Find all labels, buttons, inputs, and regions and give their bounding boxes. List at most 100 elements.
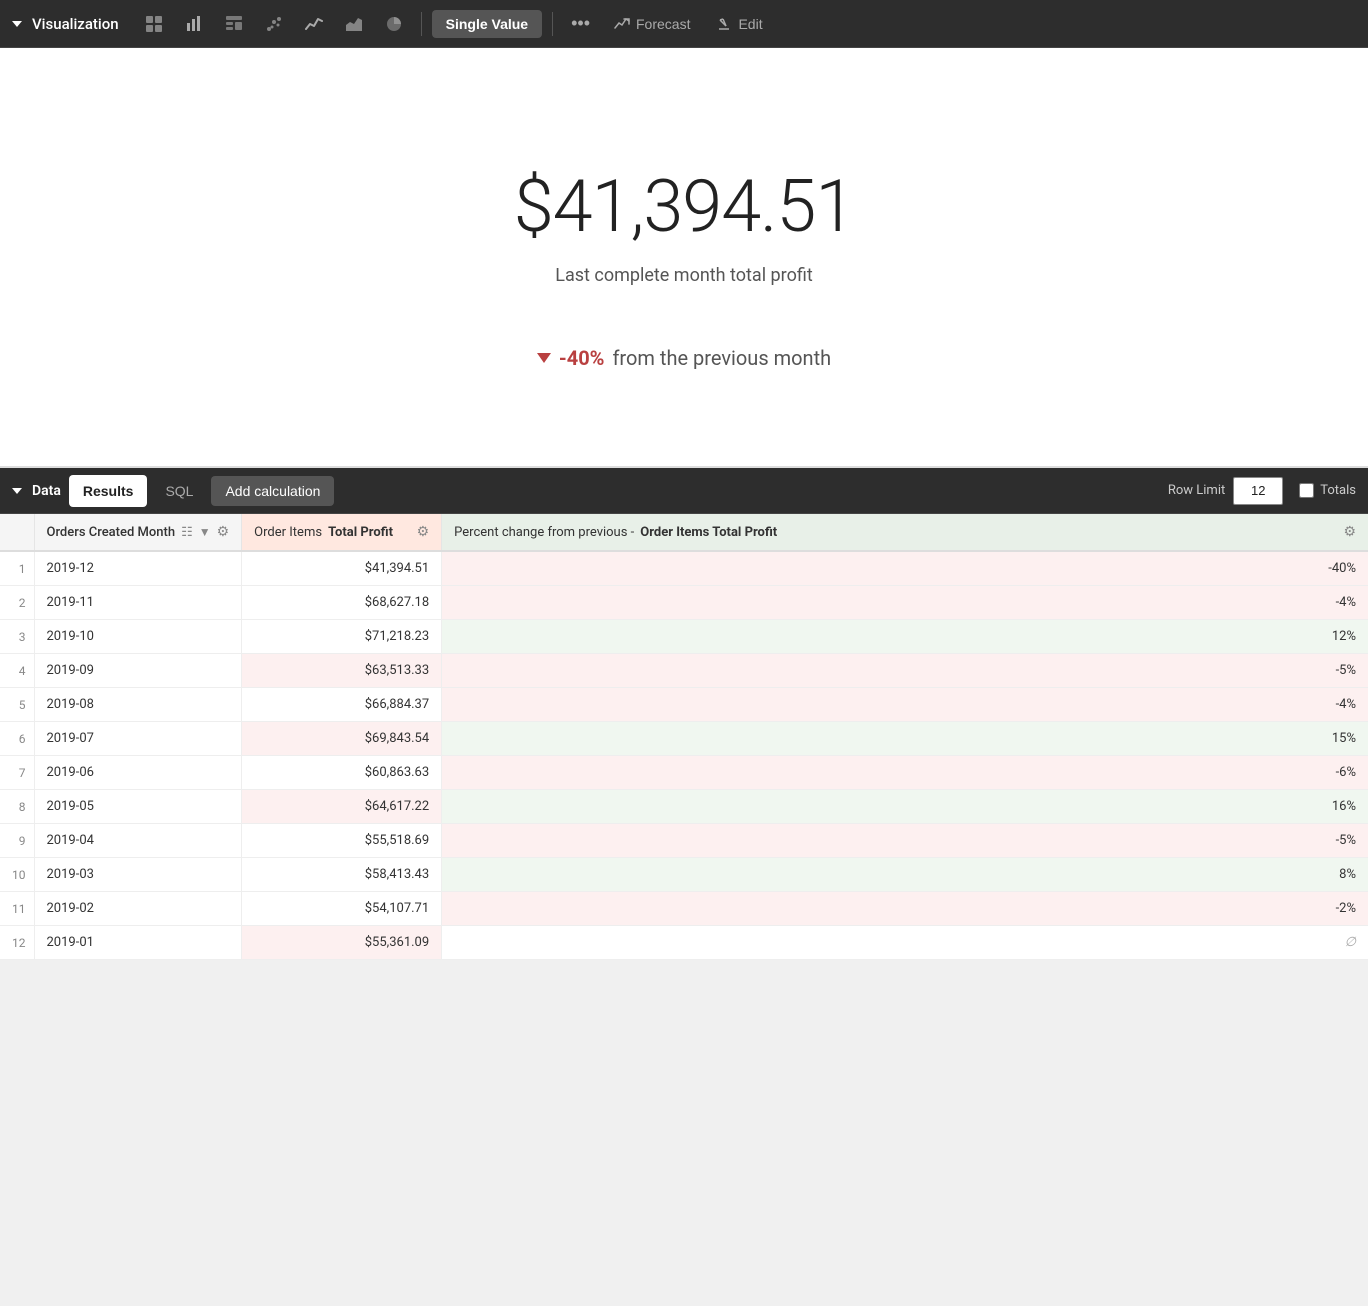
month-cell: 2019-06 bbox=[34, 756, 242, 790]
main-value: $41,394.51 bbox=[514, 164, 855, 249]
bar-chart-viz-btn[interactable] bbox=[177, 7, 211, 41]
totals-checkbox[interactable] bbox=[1299, 483, 1314, 498]
profit-cell: $63,513.33 bbox=[242, 654, 442, 688]
pct-gear-icon[interactable]: ⚙ bbox=[1343, 524, 1356, 540]
profit-cell: $66,884.37 bbox=[242, 688, 442, 722]
row-number: 10 bbox=[0, 858, 34, 892]
forecast-icon bbox=[614, 16, 630, 32]
toolbar-sep-2 bbox=[552, 12, 553, 36]
sql-tab[interactable]: SQL bbox=[151, 475, 207, 507]
forecast-label: Forecast bbox=[636, 16, 690, 32]
month-cell: 2019-08 bbox=[34, 688, 242, 722]
pct-cell: -4% bbox=[442, 586, 1368, 620]
profit-cell: $41,394.51 bbox=[242, 551, 442, 586]
pct-header-pre: Percent change from previous - bbox=[454, 525, 634, 540]
data-toolbar: Data Results SQL Add calculation Row Lim… bbox=[0, 468, 1368, 514]
profit-cell: $64,617.22 bbox=[242, 790, 442, 824]
top-toolbar: Visualization bbox=[0, 0, 1368, 48]
table-row: 62019-07$69,843.5415% bbox=[0, 722, 1368, 756]
row-number: 7 bbox=[0, 756, 34, 790]
sort-down-icon[interactable]: ▼ bbox=[199, 525, 211, 539]
results-tab[interactable]: Results bbox=[69, 475, 148, 507]
profit-cell: $69,843.54 bbox=[242, 722, 442, 756]
month-cell: 2019-02 bbox=[34, 892, 242, 926]
month-cell: 2019-10 bbox=[34, 620, 242, 654]
more-options-btn[interactable]: ••• bbox=[563, 9, 598, 38]
row-number: 6 bbox=[0, 722, 34, 756]
table-row: 92019-04$55,518.69-5% bbox=[0, 824, 1368, 858]
scatter-viz-btn[interactable] bbox=[257, 7, 291, 41]
scatter-icon bbox=[265, 15, 283, 33]
viz-collapse-icon[interactable] bbox=[12, 21, 22, 27]
row-limit-input[interactable] bbox=[1233, 477, 1283, 505]
trend-down-icon bbox=[537, 353, 551, 363]
pivot-viz-btn[interactable] bbox=[217, 7, 251, 41]
table-row: 32019-10$71,218.2312% bbox=[0, 620, 1368, 654]
profit-cell: $71,218.23 bbox=[242, 620, 442, 654]
table-header-row: Orders Created Month ☷ ▼ ⚙ Order Items T… bbox=[0, 514, 1368, 551]
table-row: 12019-12$41,394.51-40% bbox=[0, 551, 1368, 586]
pct-change-header: Percent change from previous - Order Ite… bbox=[442, 514, 1368, 551]
profit-cell: $58,413.43 bbox=[242, 858, 442, 892]
forecast-btn[interactable]: Forecast bbox=[604, 10, 700, 38]
table-row: 72019-06$60,863.63-6% bbox=[0, 756, 1368, 790]
month-cell: 2019-03 bbox=[34, 858, 242, 892]
pct-cell: -5% bbox=[442, 654, 1368, 688]
row-number: 1 bbox=[0, 551, 34, 586]
orders-month-gear-icon[interactable]: ⚙ bbox=[217, 524, 230, 540]
month-cell: 2019-01 bbox=[34, 926, 242, 960]
table-icon bbox=[145, 15, 163, 33]
table-row: 22019-11$68,627.18-4% bbox=[0, 586, 1368, 620]
profit-cell: $54,107.71 bbox=[242, 892, 442, 926]
table-row: 52019-08$66,884.37-4% bbox=[0, 688, 1368, 722]
row-number: 4 bbox=[0, 654, 34, 688]
filter-icon[interactable]: ☷ bbox=[181, 525, 193, 540]
area-chart-icon bbox=[345, 15, 363, 33]
pct-cell: 15% bbox=[442, 722, 1368, 756]
pie-viz-btn[interactable] bbox=[377, 7, 411, 41]
edit-btn[interactable]: Edit bbox=[706, 10, 772, 38]
totals-section: Totals bbox=[1299, 483, 1356, 498]
row-number: 2 bbox=[0, 586, 34, 620]
toolbar-sep-1 bbox=[421, 12, 422, 36]
row-number: 9 bbox=[0, 824, 34, 858]
pct-cell: 16% bbox=[442, 790, 1368, 824]
profit-cell: $55,518.69 bbox=[242, 824, 442, 858]
table-viz-btn[interactable] bbox=[137, 7, 171, 41]
pct-cell: 12% bbox=[442, 620, 1368, 654]
row-number: 11 bbox=[0, 892, 34, 926]
profit-cell: $55,361.09 bbox=[242, 926, 442, 960]
bar-chart-icon bbox=[185, 15, 203, 33]
month-cell: 2019-04 bbox=[34, 824, 242, 858]
row-limit-label: Row Limit bbox=[1168, 483, 1225, 498]
pct-cell: -5% bbox=[442, 824, 1368, 858]
single-value-viz-btn[interactable]: Single Value bbox=[432, 10, 542, 38]
table-row: 42019-09$63,513.33-5% bbox=[0, 654, 1368, 688]
pivot-icon bbox=[225, 15, 243, 33]
profit-cell: $60,863.63 bbox=[242, 756, 442, 790]
row-number: 8 bbox=[0, 790, 34, 824]
comparison-pct: -40% bbox=[559, 346, 605, 370]
row-num-header bbox=[0, 514, 34, 551]
edit-label: Edit bbox=[738, 16, 762, 32]
results-table: Orders Created Month ☷ ▼ ⚙ Order Items T… bbox=[0, 514, 1368, 960]
data-table-container: Orders Created Month ☷ ▼ ⚙ Order Items T… bbox=[0, 514, 1368, 960]
row-number: 12 bbox=[0, 926, 34, 960]
line-viz-btn[interactable] bbox=[297, 7, 331, 41]
area-viz-btn[interactable] bbox=[337, 7, 371, 41]
table-row: 122019-01$55,361.09 ∅ bbox=[0, 926, 1368, 960]
month-cell: 2019-12 bbox=[34, 551, 242, 586]
table-row: 82019-05$64,617.2216% bbox=[0, 790, 1368, 824]
data-collapse-icon[interactable] bbox=[12, 488, 22, 494]
single-value-display: $41,394.51 Last complete month total pro… bbox=[0, 48, 1368, 468]
total-profit-gear-icon[interactable]: ⚙ bbox=[417, 524, 430, 540]
add-calculation-btn[interactable]: Add calculation bbox=[211, 476, 334, 506]
pie-chart-icon bbox=[385, 15, 403, 33]
row-number: 3 bbox=[0, 620, 34, 654]
null-value: ∅ bbox=[1345, 935, 1356, 950]
value-label: Last complete month total profit bbox=[555, 265, 812, 286]
total-profit-header-bold: Total Profit bbox=[328, 525, 393, 540]
data-section-title: Data bbox=[12, 483, 61, 499]
pct-cell: -6% bbox=[442, 756, 1368, 790]
data-title-label: Data bbox=[32, 483, 61, 499]
